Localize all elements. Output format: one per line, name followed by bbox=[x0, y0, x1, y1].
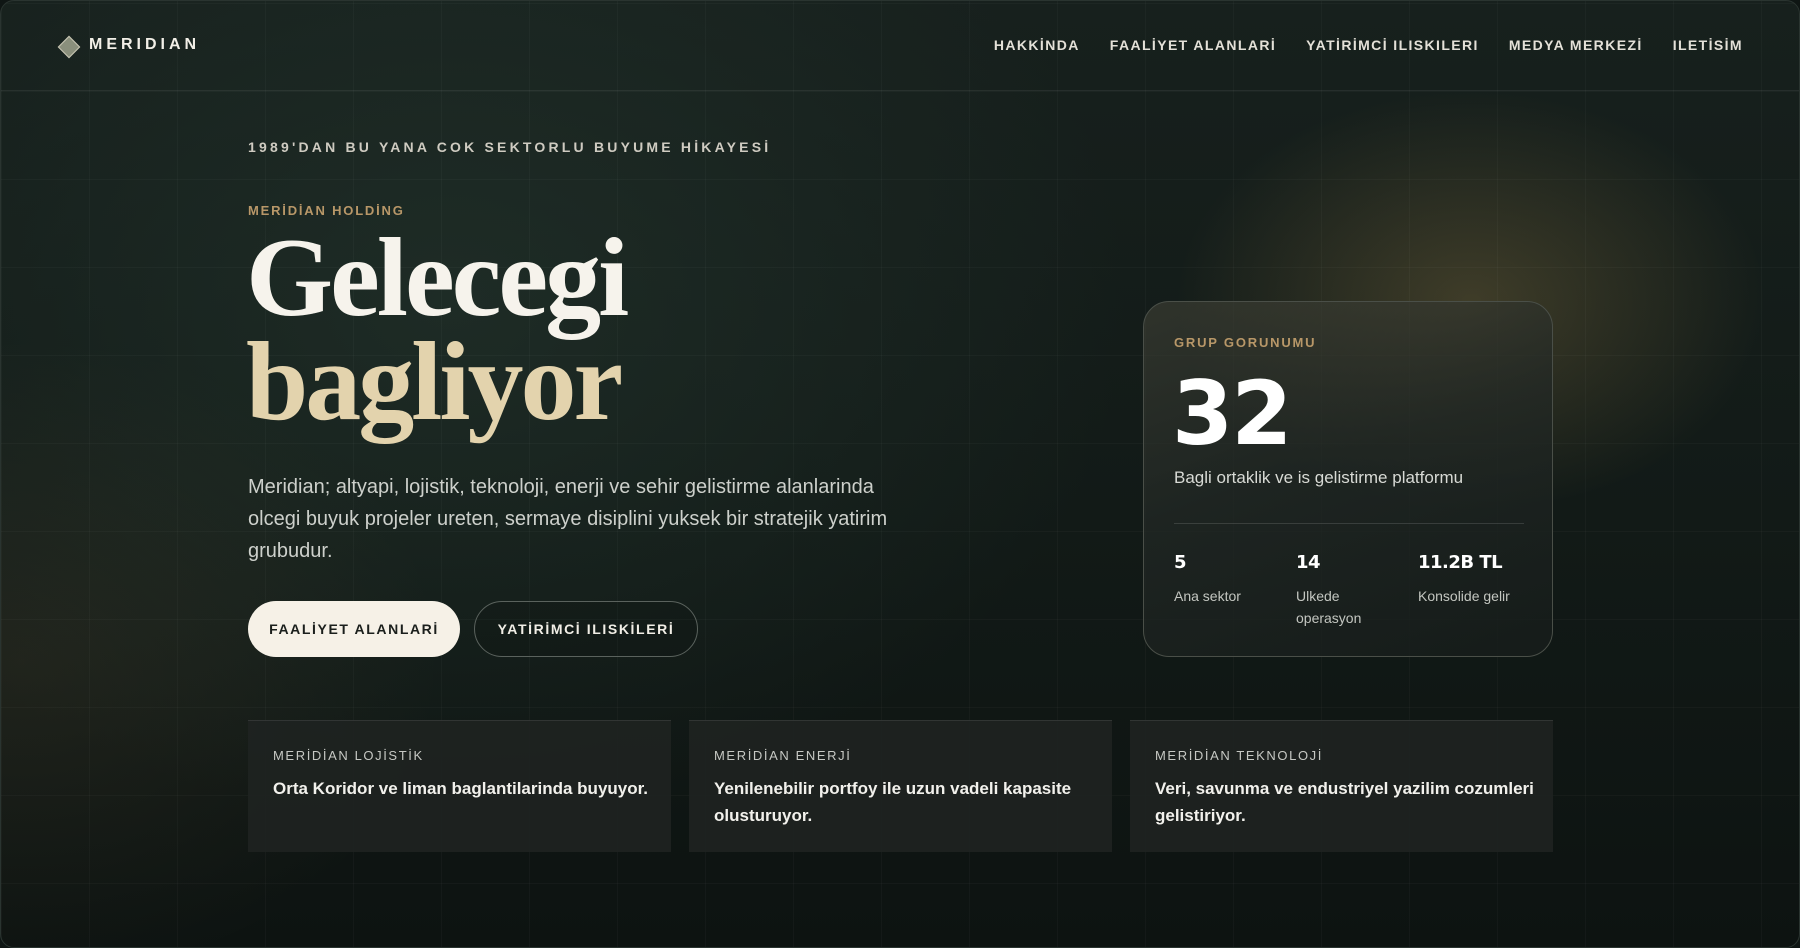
feature-card-enerji[interactable]: MERİDİAN ENERJİ Yenilenebilir portfoy il… bbox=[689, 720, 1112, 852]
stat-value: 14 bbox=[1296, 552, 1321, 573]
nav-link-iletisim[interactable]: ILETİSİM bbox=[1673, 37, 1743, 53]
nav-link-medya-merkezi[interactable]: MEDYA MERKEZİ bbox=[1509, 37, 1643, 53]
feature-card-teknoloji[interactable]: MERİDİAN TEKNOLOJİ Veri, savunma ve endu… bbox=[1130, 720, 1553, 852]
stat-label: Konsolide gelir bbox=[1418, 588, 1510, 604]
feature-description: Veri, savunma ve endustriyel yazilim coz… bbox=[1155, 779, 1534, 825]
nav-link-yatirimci-iliskileri[interactable]: YATİRİMCİ ILISKILERI bbox=[1306, 37, 1479, 53]
hero-description: Meridian; altyapi, lojistik, teknoloji, … bbox=[248, 476, 888, 562]
stat-value: 5 bbox=[1174, 552, 1187, 573]
stat-sectors: 5 Ana sektor bbox=[1174, 552, 1284, 607]
top-navigation: MERIDIAN HAKKİNDA FAALİYET ALANLARİ YATİ… bbox=[1, 1, 1799, 91]
headline-line-2: bagliyor bbox=[246, 320, 623, 444]
headline-line-1: Gelecegi bbox=[246, 216, 629, 340]
card-divider bbox=[1174, 523, 1524, 524]
stat-countries: 14 Ulkede operasyon bbox=[1296, 552, 1386, 629]
card-subtitle: Bagli ortaklik ve is gelistirme platform… bbox=[1174, 468, 1464, 487]
feature-card-lojistik[interactable]: MERİDİAN LOJİSTİK Orta Koridor ve liman … bbox=[248, 720, 671, 852]
stat-value: 11.2B TL bbox=[1418, 552, 1503, 573]
faaliyet-alanlari-button[interactable]: FAALİYET ALANLARİ bbox=[248, 601, 460, 657]
hero-eyebrow: 1989'DAN BU YANA COK SEKTORLU BUYUME HİK… bbox=[248, 139, 772, 155]
stat-label: Ulkede operasyon bbox=[1296, 588, 1362, 626]
stat-revenue: 11.2B TL Konsolide gelir bbox=[1418, 552, 1538, 607]
diamond-logo-icon bbox=[57, 35, 81, 59]
brand-name: MERIDIAN bbox=[89, 36, 201, 53]
stat-label: Ana sektor bbox=[1174, 588, 1241, 604]
nav-links: HAKKİNDA FAALİYET ALANLARİ YATİRİMCİ ILI… bbox=[994, 37, 1743, 53]
page-frame: MERIDIAN HAKKİNDA FAALİYET ALANLARİ YATİ… bbox=[0, 0, 1800, 948]
feature-title: MERİDİAN ENERJİ bbox=[714, 748, 852, 763]
card-label: GRUP GORUNUMU bbox=[1174, 335, 1317, 350]
group-overview-card: GRUP GORUNUMU 32 Bagli ortaklik ve is ge… bbox=[1143, 301, 1553, 657]
feature-description: Yenilenebilir portfoy ile uzun vadeli ka… bbox=[714, 779, 1072, 825]
nav-link-hakkinda[interactable]: HAKKİNDA bbox=[994, 37, 1080, 53]
feature-title: MERİDİAN TEKNOLOJİ bbox=[1155, 748, 1323, 763]
feature-description: Orta Koridor ve liman baglantilarinda bu… bbox=[273, 779, 649, 798]
subsidiary-count: 32 bbox=[1172, 362, 1292, 465]
nav-link-faaliyet-alanlari[interactable]: FAALİYET ALANLARİ bbox=[1110, 37, 1276, 53]
feature-title: MERİDİAN LOJİSTİK bbox=[273, 748, 424, 763]
brand-logo[interactable]: MERIDIAN bbox=[57, 35, 201, 59]
yatirimci-iliskileri-button[interactable]: YATİRİMCİ ILISKİLERİ bbox=[474, 601, 698, 657]
hero-headline: Gelecegi bagliyor bbox=[246, 216, 629, 444]
